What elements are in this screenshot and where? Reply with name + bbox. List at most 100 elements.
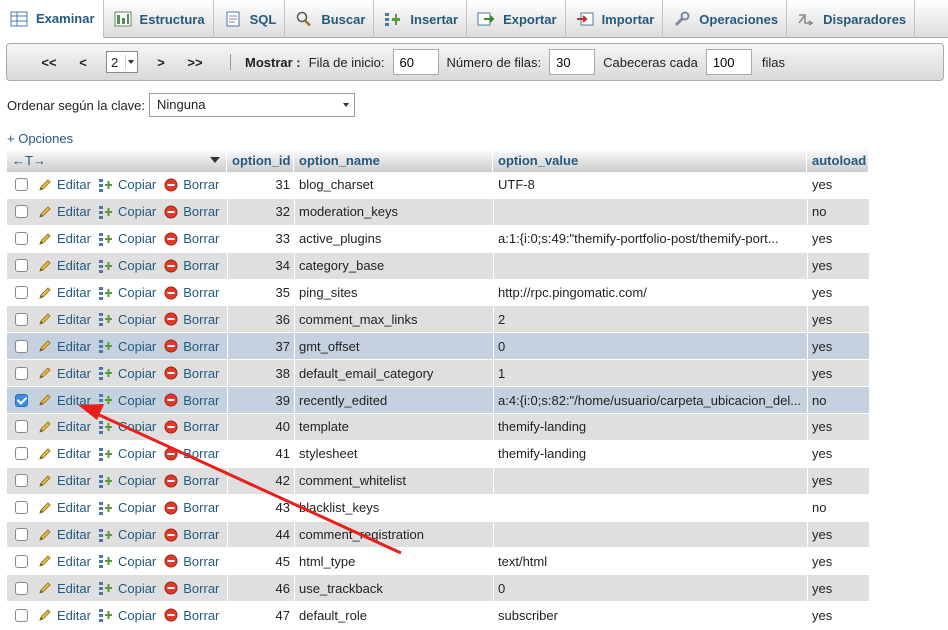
cell-option-value[interactable]: 0 bbox=[493, 575, 807, 602]
cell-autoload[interactable]: yes bbox=[807, 440, 869, 467]
cell-option-id[interactable]: 44 bbox=[227, 521, 294, 548]
row-checkbox[interactable] bbox=[15, 366, 28, 380]
edit-button[interactable]: Editar bbox=[38, 339, 91, 354]
cell-option-name[interactable]: comment_whitelist bbox=[294, 467, 493, 494]
row-checkbox[interactable] bbox=[15, 447, 28, 461]
copy-button[interactable]: Copiar bbox=[98, 258, 156, 273]
row-checkbox[interactable] bbox=[15, 232, 28, 246]
header-option-id[interactable]: option_id bbox=[227, 148, 294, 172]
cell-option-value[interactable]: a:4:{i:0;s:82:"/home/usuario/carpeta_ubi… bbox=[493, 387, 807, 414]
table-row[interactable]: Editar Copiar Borrar 37 gmt_offset 0 yes bbox=[7, 333, 869, 361]
edit-button[interactable]: Editar bbox=[38, 554, 91, 569]
edit-button[interactable]: Editar bbox=[38, 500, 91, 515]
cell-option-value[interactable]: 1 bbox=[493, 360, 807, 387]
table-row[interactable]: Editar Copiar Borrar 33 active_plugins a:1:{i… bbox=[7, 225, 869, 253]
next-page-button[interactable]: > bbox=[144, 55, 178, 70]
delete-button[interactable]: Borrar bbox=[164, 204, 219, 219]
cell-autoload[interactable]: yes bbox=[807, 548, 869, 575]
edit-button[interactable]: Editar bbox=[38, 312, 91, 327]
table-row[interactable]: Editar Copiar Borrar 47 default_role subscrib… bbox=[7, 602, 869, 630]
table-row[interactable]: Editar Copiar Borrar 38 default_email_catego… bbox=[7, 360, 869, 388]
table-row[interactable]: Editar Copiar Borrar 35 ping_sites http://rpc… bbox=[7, 279, 869, 307]
header-autoload[interactable]: autoload bbox=[807, 148, 869, 172]
table-row[interactable]: Editar Copiar Borrar 45 html_type text/html ye… bbox=[7, 548, 869, 576]
row-checkbox[interactable] bbox=[15, 554, 28, 568]
table-row[interactable]: Editar Copiar Borrar 39 recently_edited a:4:{… bbox=[7, 387, 869, 415]
delete-button[interactable]: Borrar bbox=[164, 366, 219, 381]
delete-button[interactable]: Borrar bbox=[164, 285, 219, 300]
delete-button[interactable]: Borrar bbox=[164, 177, 219, 192]
row-checkbox[interactable] bbox=[15, 528, 28, 542]
cell-option-name[interactable]: template bbox=[294, 414, 493, 440]
edit-button[interactable]: Editar bbox=[38, 258, 91, 273]
edit-button[interactable]: Editar bbox=[38, 446, 91, 461]
copy-button[interactable]: Copiar bbox=[98, 339, 156, 354]
cell-option-name[interactable]: comment_max_links bbox=[294, 306, 493, 333]
cell-option-value[interactable] bbox=[493, 494, 807, 521]
cell-option-name[interactable]: default_role bbox=[294, 602, 493, 629]
last-page-button[interactable]: >> bbox=[178, 55, 212, 70]
cell-autoload[interactable]: no bbox=[807, 198, 869, 225]
copy-button[interactable]: Copiar bbox=[98, 527, 156, 542]
table-row[interactable]: Editar Copiar Borrar 42 comment_whitelist yes bbox=[7, 467, 869, 495]
cell-option-id[interactable]: 40 bbox=[227, 414, 294, 440]
cell-option-name[interactable]: default_email_category bbox=[294, 360, 493, 387]
cell-option-value[interactable]: themify-landing bbox=[493, 440, 807, 467]
cell-autoload[interactable]: yes bbox=[807, 306, 869, 333]
table-row[interactable]: Editar Copiar Borrar 40 template themify-land… bbox=[7, 414, 869, 441]
column-resize-header[interactable]: ←T→ bbox=[7, 148, 227, 172]
table-row[interactable]: Editar Copiar Borrar 43 blacklist_keys no bbox=[7, 494, 869, 522]
tab-estructura[interactable]: Estructura bbox=[104, 0, 214, 38]
cell-option-id[interactable]: 33 bbox=[227, 225, 294, 252]
cell-option-name[interactable]: moderation_keys bbox=[294, 198, 493, 225]
delete-button[interactable]: Borrar bbox=[164, 339, 219, 354]
header-option-value[interactable]: option_value bbox=[493, 148, 807, 172]
cell-autoload[interactable]: yes bbox=[807, 602, 869, 629]
table-row[interactable]: Editar Copiar Borrar 34 category_base yes bbox=[7, 252, 869, 280]
tab-disparadores[interactable]: Disparadores bbox=[787, 0, 916, 38]
delete-button[interactable]: Borrar bbox=[164, 446, 219, 461]
copy-button[interactable]: Copiar bbox=[98, 500, 156, 515]
cell-autoload[interactable]: yes bbox=[807, 252, 869, 279]
copy-button[interactable]: Copiar bbox=[98, 473, 156, 488]
cell-option-id[interactable]: 41 bbox=[227, 440, 294, 467]
delete-button[interactable]: Borrar bbox=[164, 258, 219, 273]
edit-button[interactable]: Editar bbox=[38, 285, 91, 300]
table-row[interactable]: Editar Copiar Borrar 36 comment_max_links 2 ye… bbox=[7, 306, 869, 334]
copy-button[interactable]: Copiar bbox=[98, 177, 156, 192]
delete-button[interactable]: Borrar bbox=[164, 473, 219, 488]
delete-button[interactable]: Borrar bbox=[164, 419, 219, 434]
cell-autoload[interactable]: yes bbox=[807, 172, 869, 198]
cell-option-value[interactable]: themify-landing bbox=[493, 414, 807, 440]
cell-option-value[interactable]: a:1:{i:0;s:49:"themify-portfolio-post/th… bbox=[493, 225, 807, 252]
cell-option-value[interactable]: 2 bbox=[493, 306, 807, 333]
row-checkbox[interactable] bbox=[15, 178, 28, 192]
edit-button[interactable]: Editar bbox=[38, 608, 91, 623]
delete-button[interactable]: Borrar bbox=[164, 500, 219, 515]
cell-option-name[interactable]: use_trackback bbox=[294, 575, 493, 602]
edit-button[interactable]: Editar bbox=[38, 204, 91, 219]
cell-option-name[interactable]: ping_sites bbox=[294, 279, 493, 306]
edit-button[interactable]: Editar bbox=[38, 177, 91, 192]
cell-option-value[interactable]: 0 bbox=[493, 333, 807, 360]
cell-option-id[interactable]: 36 bbox=[227, 306, 294, 333]
cell-option-id[interactable]: 39 bbox=[227, 387, 294, 414]
cell-option-name[interactable]: recently_edited bbox=[294, 387, 493, 414]
row-checkbox[interactable] bbox=[15, 501, 28, 515]
row-checkbox[interactable] bbox=[15, 339, 28, 353]
edit-button[interactable]: Editar bbox=[38, 473, 91, 488]
copy-button[interactable]: Copiar bbox=[98, 581, 156, 596]
delete-button[interactable]: Borrar bbox=[164, 312, 219, 327]
delete-button[interactable]: Borrar bbox=[164, 554, 219, 569]
cell-autoload[interactable]: yes bbox=[807, 279, 869, 306]
copy-button[interactable]: Copiar bbox=[98, 419, 156, 434]
delete-button[interactable]: Borrar bbox=[164, 527, 219, 542]
table-row[interactable]: Editar Copiar Borrar 46 use_trackback 0 yes bbox=[7, 575, 869, 603]
edit-button[interactable]: Editar bbox=[38, 366, 91, 381]
cell-option-value[interactable]: text/html bbox=[493, 548, 807, 575]
delete-button[interactable]: Borrar bbox=[164, 393, 219, 408]
copy-button[interactable]: Copiar bbox=[98, 446, 156, 461]
row-checkbox[interactable] bbox=[15, 474, 28, 488]
tab-exportar[interactable]: Exportar bbox=[467, 0, 566, 38]
cell-autoload[interactable]: yes bbox=[807, 521, 869, 548]
